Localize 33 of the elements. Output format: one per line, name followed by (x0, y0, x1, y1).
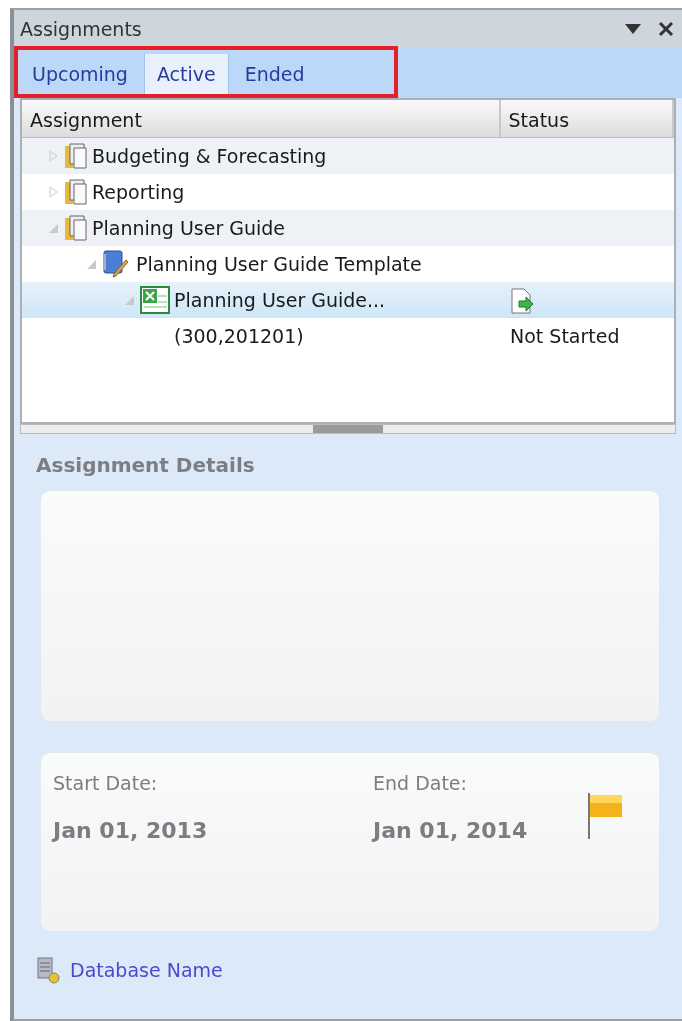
expand-icon[interactable] (46, 185, 60, 199)
tree-row[interactable]: Planning User Guide Template (22, 246, 674, 282)
dropdown-icon[interactable] (624, 23, 642, 35)
database-icon (36, 956, 62, 985)
start-date-value: Jan 01, 2013 (53, 816, 209, 845)
tree-item-detail: (300,201201) (174, 323, 304, 349)
folder-icon (64, 215, 88, 241)
tree-item-label: Planning User Guide (92, 215, 286, 241)
panel-title: Assignments (20, 16, 142, 42)
tree-row[interactable]: Planning User Guide (22, 210, 674, 246)
close-icon[interactable] (658, 21, 674, 37)
spreadsheet-icon (140, 286, 170, 314)
splitter-handle[interactable] (20, 424, 676, 434)
folder-icon (64, 143, 88, 169)
tree-row[interactable]: Planning User Guide... (22, 282, 674, 318)
section-title: Assignment Details (35, 452, 256, 479)
expand-icon[interactable] (46, 149, 60, 163)
document-arrow-icon (510, 288, 534, 315)
tree-row[interactable]: Reporting (22, 174, 674, 210)
status-text: Not Started (509, 323, 620, 349)
start-date-label: Start Date: (53, 771, 159, 796)
tab[interactable]: Upcoming (20, 54, 140, 94)
tab[interactable]: Ended (232, 54, 317, 94)
end-date-label: End Date: (373, 771, 468, 796)
tab[interactable]: Active (143, 54, 229, 94)
tree-item-label: Budgeting & Forecasting (92, 143, 327, 169)
tree-item-label: Reporting (92, 179, 185, 205)
end-date-value: Jan 01, 2014 (373, 816, 529, 845)
folder-icon (64, 179, 88, 205)
tree-item-label: Planning User Guide Template (136, 251, 422, 277)
tree-row[interactable]: Budgeting & Forecasting (22, 138, 674, 174)
tree-item-label: Planning User Guide... (174, 287, 386, 313)
database-link[interactable]: Database Name (70, 956, 223, 985)
